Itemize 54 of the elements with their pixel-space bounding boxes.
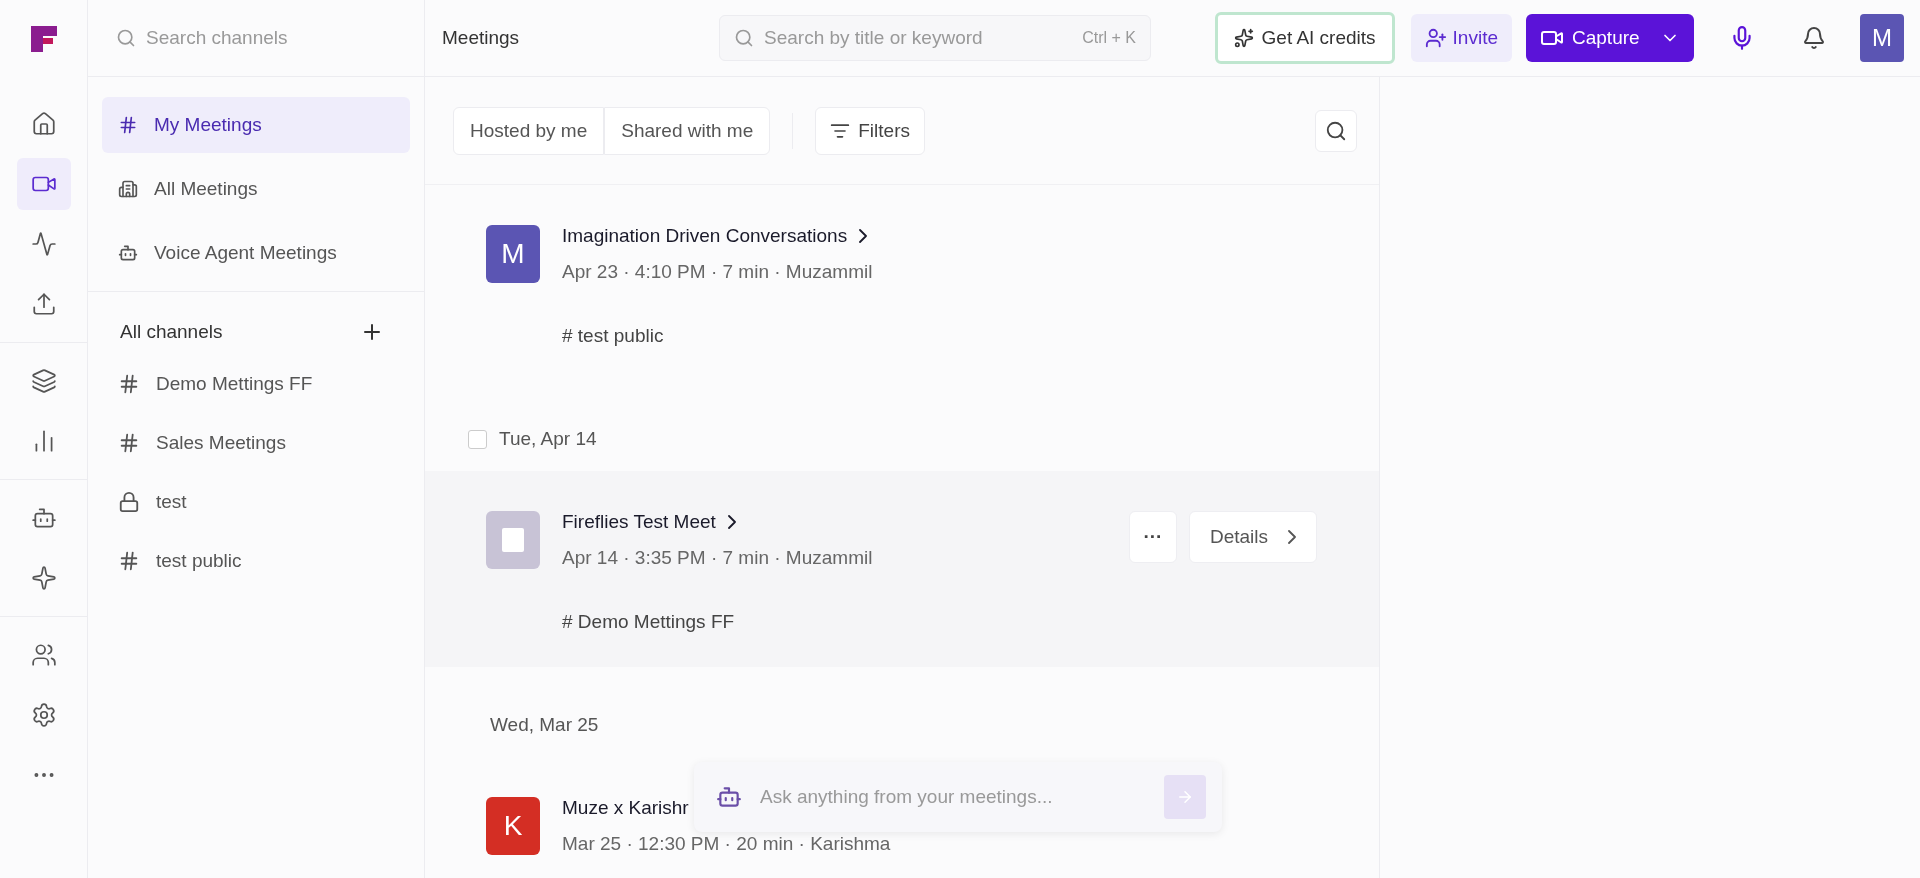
channel-item[interactable]: Sales Meetings [88, 413, 424, 472]
filter-tab[interactable]: Shared with me [604, 106, 771, 155]
chevron-right-icon [859, 229, 868, 243]
square-icon [502, 528, 524, 552]
search-icon [1325, 119, 1347, 142]
invite-button[interactable]: Invite [1410, 14, 1512, 62]
meeting-title[interactable]: Fireflies Test Meet [562, 511, 716, 533]
capture-button[interactable]: Capture [1526, 14, 1694, 62]
section-title: All channels [120, 321, 223, 343]
robot-icon [716, 784, 742, 810]
meeting-title[interactable]: Muze x Karishr [562, 797, 689, 819]
meeting-details: Apr 14 · 3:35 PM · 7 min · Muzammil [562, 547, 874, 569]
app-logo[interactable] [28, 24, 59, 54]
meeting-title[interactable]: Imagination Driven Conversations [562, 225, 848, 247]
hash-icon [118, 431, 140, 454]
nav-item[interactable]: Voice Agent Meetings [102, 225, 410, 281]
sparkles-icon [1233, 28, 1254, 48]
filters-button[interactable]: Filters [815, 106, 925, 155]
user-plus-icon [1424, 27, 1447, 49]
chevron-right-icon [1288, 530, 1296, 544]
filter-tab[interactable]: Hosted by me [453, 106, 605, 155]
hash-icon [118, 372, 140, 395]
ask-field[interactable]: Ask anything from your meetings... [694, 762, 1222, 832]
channel-item[interactable]: Demo Mettings FF [88, 354, 424, 413]
meeting-details: Apr 23 · 4:10 PM · 7 min · Muzammil [562, 261, 874, 283]
date-heading: Wed, Mar 25 [490, 714, 599, 736]
hash-icon [118, 549, 140, 572]
date-heading: Tue, Apr 14 [499, 428, 597, 450]
meeting-details: Mar 25 · 12:30 PM · 20 min · Karishma [562, 833, 892, 855]
nav-item[interactable]: My Meetings [102, 97, 410, 153]
channel-tag[interactable]: # test public [562, 325, 664, 347]
channel-item[interactable]: test [88, 472, 424, 531]
search-icon [116, 28, 136, 48]
chevron-right-icon [727, 515, 736, 529]
robot-icon [118, 243, 138, 263]
search-icon [734, 28, 754, 48]
checkbox[interactable] [468, 429, 487, 449]
hash-icon [118, 115, 138, 135]
video-camera-icon[interactable] [16, 158, 71, 210]
ask-input[interactable]: Ask anything from your meetings... [758, 785, 1148, 809]
channel-tag[interactable]: # Demo Mettings FF [562, 611, 735, 633]
ai-credits-button[interactable]: Get AI credits [1214, 12, 1395, 64]
user-avatar[interactable]: M [1860, 14, 1904, 62]
details-button[interactable]: Details [1188, 511, 1317, 563]
nav-item[interactable]: All Meetings [102, 161, 410, 217]
avatar: K [486, 797, 540, 855]
avatar: M [486, 225, 540, 283]
page-title: Meetings [442, 27, 521, 49]
search-button[interactable] [1315, 109, 1357, 152]
arrow-right-icon [1176, 788, 1194, 806]
lock-icon [118, 490, 140, 513]
channel-item[interactable]: test public [88, 531, 424, 590]
building-icon [118, 179, 138, 199]
more-button[interactable]: ··· [1128, 511, 1177, 563]
